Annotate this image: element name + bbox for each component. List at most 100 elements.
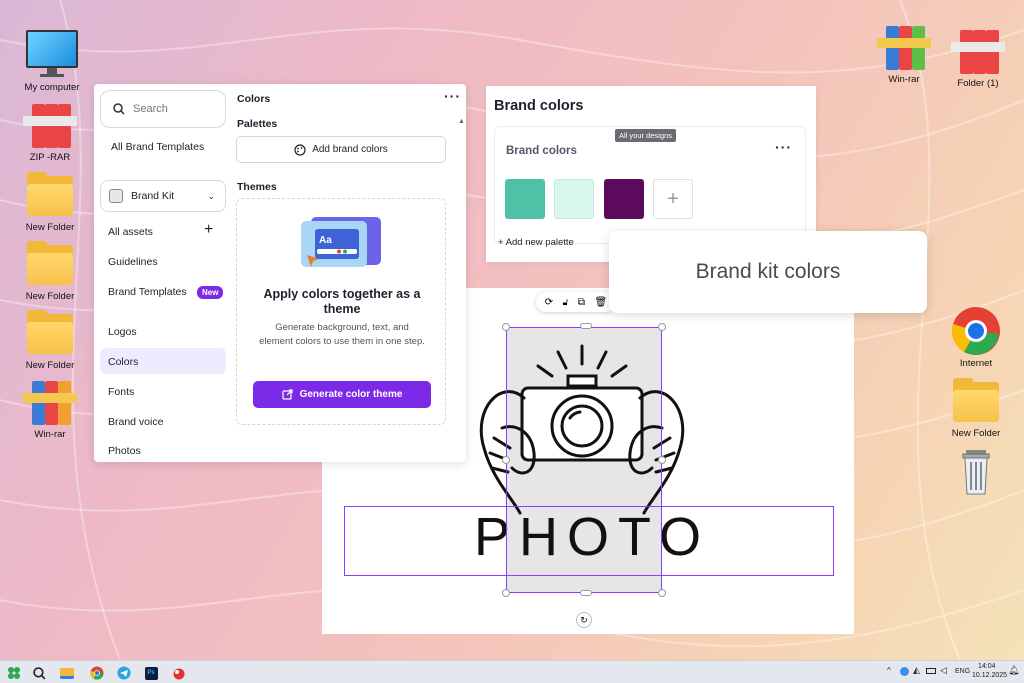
desktop-icon-label: Folder (1)	[957, 78, 999, 89]
notification-icon[interactable]: 🔔︎	[1008, 665, 1019, 676]
new-badge: New	[197, 286, 224, 299]
volume-icon[interactable]: ◁	[940, 665, 947, 676]
brand-kit-label: Brand Kit	[131, 190, 175, 202]
brand-colors-title: Brand colors	[494, 98, 584, 114]
search-icon	[32, 666, 45, 679]
add-brand-colors-button[interactable]: Add brand colors	[236, 136, 446, 163]
sidebar-item-guidelines[interactable]: Guidelines	[108, 256, 158, 268]
resize-handle[interactable]	[580, 323, 592, 329]
desktop-icon-my-computer[interactable]: My computer	[16, 30, 88, 93]
desktop-icon-new-folder[interactable]: New Folder	[14, 239, 86, 302]
app-icon	[173, 668, 185, 680]
more-options-icon[interactable]: ···	[444, 88, 461, 104]
language-indicator[interactable]: ENG	[955, 668, 970, 675]
photoshop-icon: Ps	[144, 666, 158, 680]
theme-illustration: Aa	[301, 217, 381, 267]
resize-handle[interactable]	[580, 590, 592, 596]
theme-title: Apply colors together as a theme	[263, 287, 421, 316]
desktop-icon-recycle-bin[interactable]	[940, 446, 1012, 496]
desktop-icon-new-folder[interactable]: New Folder	[940, 376, 1012, 439]
desktop-icon-label: Win-rar	[888, 74, 920, 85]
desktop-icon-label: Win-rar	[34, 429, 66, 440]
sidebar-item-photos[interactable]: Photos	[108, 445, 141, 457]
theme-card: Aa Apply colors together as a theme Gene…	[236, 198, 446, 425]
plus-icon[interactable]: +	[204, 221, 213, 239]
brand-kit-icon	[109, 189, 123, 203]
desktop-icon-internet[interactable]: Internet	[940, 306, 1012, 369]
monitor-icon	[25, 30, 79, 80]
desktop-icon-win-rar[interactable]: Win-rar	[868, 22, 940, 85]
desktop-icon-new-folder[interactable]: New Folder	[14, 170, 86, 233]
resize-handle[interactable]	[502, 456, 510, 464]
duplicate-icon[interactable]: ⧉	[578, 297, 585, 308]
colors-title: Colors	[237, 93, 271, 105]
rotate-handle[interactable]: ↻	[576, 612, 592, 628]
chevron-down-icon: ⌄	[207, 190, 215, 201]
image-selection-box	[506, 327, 662, 593]
color-swatch[interactable]	[604, 179, 644, 219]
desktop-icon-label: ZIP -RAR	[29, 152, 71, 163]
taskbar-app[interactable]	[170, 664, 188, 682]
add-new-palette-button[interactable]: + Add new palette	[498, 237, 574, 248]
taskbar-photoshop[interactable]: Ps	[142, 664, 160, 682]
desktop-icon-label: Internet	[959, 358, 993, 369]
more-options-icon[interactable]: ···	[775, 139, 792, 155]
tray-app-icon[interactable]	[900, 667, 909, 676]
lock-icon[interactable]: 🔓︎	[563, 297, 569, 308]
chrome-icon	[90, 666, 104, 680]
tray-chevron-icon[interactable]: ^	[887, 666, 891, 675]
desktop-icon-label: New Folder	[25, 222, 75, 233]
folder-icon	[23, 308, 77, 358]
resize-handle[interactable]	[658, 589, 666, 597]
add-brand-colors-label: Add brand colors	[312, 144, 388, 155]
taskbar-file-explorer[interactable]	[58, 664, 76, 682]
archive-icon	[951, 26, 1005, 76]
sidebar-item-colors[interactable]: Colors	[108, 356, 138, 368]
resize-handle[interactable]	[502, 323, 510, 331]
plus-icon: +	[498, 237, 506, 248]
generate-color-theme-button[interactable]: Generate color theme	[253, 381, 431, 408]
sidebar-item-logos[interactable]: Logos	[108, 326, 137, 338]
brand-colors-card: Brand colors ··· +	[494, 126, 806, 244]
clock-date[interactable]: 10.12.2025	[972, 672, 1007, 679]
clock-time[interactable]: 14:04	[978, 663, 996, 670]
add-new-palette-label: Add new palette	[505, 237, 574, 248]
refresh-icon[interactable]: ⟳	[545, 297, 553, 308]
desktop-icon-label: New Folder	[25, 291, 75, 302]
network-icon[interactable]: ◭	[913, 665, 920, 676]
all-brand-templates-link[interactable]: All Brand Templates	[111, 141, 204, 153]
desktop-icon-folder-1[interactable]: Folder (1)	[942, 26, 1014, 89]
desktop-icon-new-folder[interactable]: New Folder	[14, 308, 86, 371]
folder-icon	[23, 239, 77, 289]
color-swatch[interactable]	[505, 179, 545, 219]
winrar-icon	[877, 22, 931, 72]
sidebar-item-brand-templates[interactable]: Brand Templates	[108, 286, 187, 298]
add-color-button[interactable]: +	[653, 179, 693, 219]
desktop-icon-zip-rar[interactable]: ZIP -RAR	[14, 100, 86, 163]
external-link-icon	[281, 389, 293, 400]
folder-icon	[60, 667, 74, 679]
scroll-up-icon[interactable]: ▲	[458, 118, 465, 125]
desktop-icon-win-rar[interactable]: Win-rar	[14, 377, 86, 440]
folder-icon	[23, 170, 77, 220]
taskbar-chrome[interactable]	[88, 664, 106, 682]
sidebar-item-brand-voice[interactable]: Brand voice	[108, 416, 163, 428]
start-button[interactable]	[5, 664, 23, 682]
search-input[interactable]: Search	[100, 90, 226, 128]
resize-handle[interactable]	[658, 456, 666, 464]
brand-side-panel: Search All Brand Templates Brand Kit ⌄ A…	[94, 84, 466, 462]
battery-icon[interactable]	[926, 668, 936, 674]
resize-handle[interactable]	[502, 589, 510, 597]
start-icon	[8, 667, 20, 679]
delete-icon[interactable]: 🗑︎	[595, 297, 608, 308]
sidebar-item-all-assets[interactable]: All assets	[108, 226, 153, 238]
resize-handle[interactable]	[658, 323, 666, 331]
theme-description: Generate background, text, and element c…	[259, 322, 425, 347]
folder-icon	[949, 376, 1003, 426]
taskbar-search-button[interactable]	[30, 664, 48, 682]
color-swatch[interactable]	[554, 179, 594, 219]
brand-kit-dropdown[interactable]: Brand Kit ⌄	[100, 180, 226, 212]
sidebar-item-fonts[interactable]: Fonts	[108, 386, 134, 398]
theme-illustration-text: Aa	[319, 235, 332, 246]
taskbar-telegram[interactable]	[115, 664, 133, 682]
